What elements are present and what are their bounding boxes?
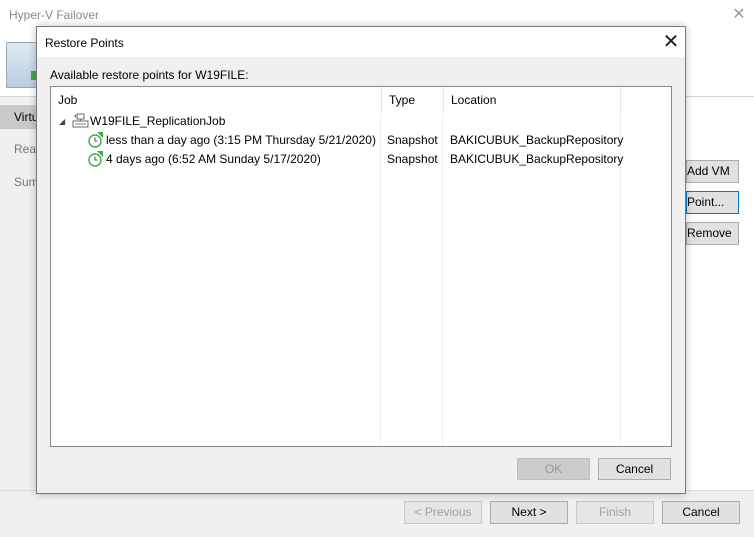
dialog-title: Restore Points [45,36,124,50]
remove-button[interactable]: Remove [686,222,739,245]
wizard-close-icon[interactable]: ✕ [731,6,747,24]
wizard-cancel-button[interactable]: Cancel [662,501,740,524]
next-button[interactable]: Next > [490,501,568,524]
wizard-logo-icon [6,42,40,88]
finish-button[interactable]: Finish [576,501,654,524]
restore-point-location: BAKICUBUK_BackupRepository [450,152,624,166]
previous-button[interactable]: < Previous [404,501,482,524]
select-point-button[interactable]: Point... [686,191,739,214]
wizard-title: Hyper-V Failover [9,8,100,22]
dialog-close-icon[interactable]: ✕ [661,31,681,53]
dialog-titlebar: Restore Points ✕ [37,27,685,57]
collapse-triangle-icon[interactable]: ◢ [59,112,65,131]
restore-point-clock-icon [88,132,103,148]
wizard-step-summary[interactable]: Sum [0,170,36,194]
restore-point-row[interactable]: 4 days ago (6:52 AM Sunday 5/17/2020) Sn… [51,150,671,169]
wizard-steps-nav: Virtu Reas Sum [0,97,36,490]
add-vm-button[interactable]: Add VM [686,160,739,183]
column-header-location[interactable]: Location [444,87,621,113]
column-header-job[interactable]: Job [51,87,382,113]
restore-point-type: Snapshot [387,133,438,147]
ok-button[interactable]: OK [517,458,590,480]
restore-point-label: 4 days ago (6:52 AM Sunday 5/17/2020) [106,152,321,166]
replication-job-icon [72,113,89,128]
restore-points-dialog: Restore Points ✕ Available restore point… [36,26,686,494]
restore-point-type: Snapshot [387,152,438,166]
restore-point-location: BAKICUBUK_BackupRepository [450,133,624,147]
restore-point-row[interactable]: less than a day ago (3:15 PM Thursday 5/… [51,131,671,150]
dialog-cancel-button[interactable]: Cancel [598,458,671,480]
wizard-step-reason[interactable]: Reas [0,137,36,161]
restore-points-list[interactable]: Job Type Location ◢ W19FILE_ReplicationJ… [50,86,672,447]
job-row[interactable]: ◢ W19FILE_ReplicationJob [51,112,671,131]
restore-point-label: less than a day ago (3:15 PM Thursday 5/… [106,133,376,147]
job-name: W19FILE_ReplicationJob [90,114,226,128]
restore-point-clock-icon [88,151,103,167]
restore-points-caption: Available restore points for W19FILE: [50,68,249,82]
column-header-type[interactable]: Type [382,87,444,113]
wizard-step-virtual-machines[interactable]: Virtu [0,105,36,129]
